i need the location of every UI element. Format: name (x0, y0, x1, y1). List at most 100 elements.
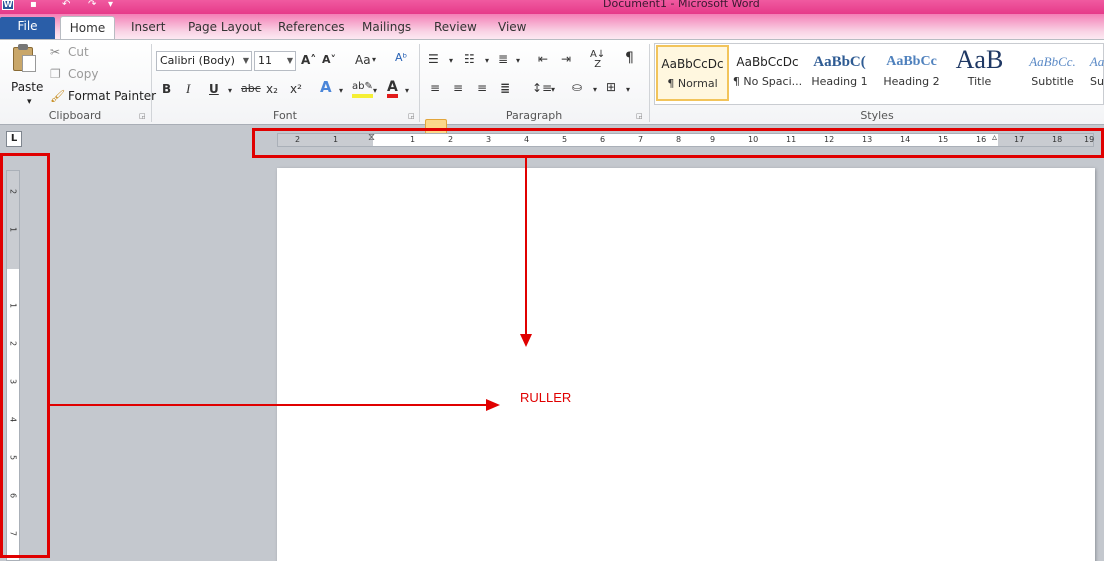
cut-button[interactable]: Cut (68, 44, 89, 60)
arrow-head-icon (520, 334, 532, 347)
subscript-icon[interactable]: x₂ (266, 82, 278, 96)
tab-mailings[interactable]: Mailings (362, 18, 411, 39)
style-name: Heading 1 (811, 75, 868, 88)
style-heading-2[interactable]: AaBbCc Heading 2 (875, 45, 948, 101)
font-launcher-icon[interactable]: ◲ (408, 112, 415, 120)
style-preview: AaBbC( (813, 54, 866, 70)
chevron-down-icon[interactable]: ▾ (339, 84, 343, 98)
decrease-indent-icon[interactable]: ⇤ (538, 52, 548, 66)
styles-gallery: AaBbCcDc ¶ Normal AaBbCcDc ¶ No Spaci...… (654, 43, 1104, 105)
tab-view[interactable]: View (498, 18, 526, 39)
vertical-ruler-highlight (0, 153, 50, 558)
tab-selector-icon[interactable]: L (6, 131, 22, 147)
increase-indent-icon[interactable]: ⇥ (561, 52, 571, 66)
chevron-down-icon[interactable]: ▾ (485, 54, 489, 68)
superscript-icon[interactable]: x² (290, 82, 302, 96)
tab-home[interactable]: Home (60, 16, 115, 40)
ribbon-tabs: File Home Insert Page Layout References … (0, 14, 1104, 40)
chevron-down-icon[interactable]: ▾ (449, 54, 453, 68)
window-title: Document1 - Microsoft Word (603, 0, 760, 10)
style-name: ¶ Normal (667, 77, 718, 90)
style-heading-1[interactable]: AaBbC( Heading 1 (803, 45, 876, 101)
text-effects-icon[interactable]: A (320, 80, 332, 95)
style-preview: AaBbCcDc (736, 55, 799, 69)
cut-icon[interactable]: ✂ (50, 45, 60, 59)
highlight-icon[interactable]: ab✎ (352, 80, 373, 98)
clear-formatting-icon[interactable]: Aᵇ (395, 51, 407, 65)
shading-icon[interactable]: ⛀ (572, 80, 582, 94)
customize-qat-icon[interactable]: ▾ (108, 0, 113, 10)
clipboard-group-label: Clipboard (48, 109, 102, 122)
style-no-spacing[interactable]: AaBbCcDc ¶ No Spaci... (731, 45, 804, 101)
strikethrough-icon[interactable]: abc (241, 82, 261, 96)
multilevel-list-icon[interactable]: ≣ (498, 52, 508, 66)
style-name: Su (1090, 75, 1104, 88)
annotation-arrow-down (525, 158, 527, 336)
font-name-value: Calibri (Body) (160, 54, 235, 67)
tab-references[interactable]: References (278, 18, 345, 39)
borders-icon[interactable]: ⊞ (606, 80, 616, 94)
bold-icon[interactable]: B (162, 82, 171, 96)
sort-icon[interactable]: A↓ Z (590, 50, 605, 70)
chevron-down-icon[interactable]: ▾ (551, 83, 555, 97)
italic-icon[interactable]: I (186, 82, 190, 96)
line-spacing-icon[interactable]: ↕≡ (532, 81, 552, 95)
style-subtitle[interactable]: AaBbCc. Subtitle (1016, 45, 1089, 101)
style-preview: AaB (955, 45, 1004, 74)
style-preview: AaBbCc. (1029, 54, 1076, 69)
style-name: Heading 2 (883, 75, 940, 88)
font-size-combo[interactable]: 11 ▼ (254, 51, 296, 71)
copy-icon[interactable]: ❐ (50, 67, 61, 81)
numbering-icon[interactable]: ☷ (464, 52, 475, 66)
style-preview: AaBbCc (886, 54, 937, 69)
clipboard-launcher-icon[interactable]: ◲ (139, 112, 146, 120)
save-icon[interactable]: ▪ (30, 0, 37, 10)
chevron-down-icon[interactable]: ▾ (373, 84, 377, 98)
arrow-head-icon (486, 399, 500, 411)
annotation-arrow-right (50, 404, 488, 406)
font-color-icon[interactable]: A (387, 80, 398, 98)
style-title[interactable]: AaB Title (943, 45, 1016, 101)
align-left-icon[interactable]: ≡ (430, 81, 440, 95)
paste-dropdown-icon[interactable]: ▾ (27, 94, 32, 110)
shrink-font-icon[interactable]: A˅ (322, 53, 336, 67)
ruler-annotation-label: RULLER (520, 390, 572, 405)
chevron-down-icon[interactable]: ▾ (516, 54, 520, 68)
show-marks-icon[interactable]: ¶ (625, 51, 634, 65)
copy-button[interactable]: Copy (68, 66, 98, 82)
underline-icon[interactable]: U (209, 82, 219, 96)
horizontal-ruler-highlight (252, 128, 1104, 158)
style-preview: AaBbCcDc (661, 57, 724, 71)
word-app-icon[interactable]: W (2, 0, 14, 10)
chevron-down-icon[interactable]: ▾ (228, 84, 232, 98)
bullets-icon[interactable]: ☰ (428, 52, 439, 66)
chevron-down-icon[interactable]: ▾ (405, 84, 409, 98)
font-name-combo[interactable]: Calibri (Body) ▼ (156, 51, 252, 71)
chevron-down-icon: ▼ (242, 56, 249, 65)
document-page[interactable] (277, 168, 1095, 561)
tab-file[interactable]: File (0, 17, 55, 39)
style-subtle-emphasis[interactable]: Aa Su (1089, 45, 1104, 101)
change-case-icon[interactable]: Aa (355, 53, 371, 67)
tab-insert[interactable]: Insert (131, 18, 165, 39)
chevron-down-icon[interactable]: ▾ (372, 53, 376, 67)
undo-icon[interactable]: ↶ (62, 0, 70, 10)
align-right-icon[interactable]: ≡ (477, 81, 487, 95)
redo-icon[interactable]: ↷ (88, 0, 96, 10)
grow-font-icon[interactable]: A˄ (301, 53, 316, 67)
chevron-down-icon[interactable]: ▾ (626, 83, 630, 97)
paragraph-launcher-icon[interactable]: ◲ (636, 112, 643, 120)
format-painter-button[interactable]: Format Painter (68, 88, 156, 104)
title-bar: W ▪ ↶ ↷ ▾ Document1 - Microsoft Word (0, 0, 1104, 14)
format-painter-icon[interactable]: 🖌 (50, 89, 65, 103)
paste-button[interactable]: Paste (11, 79, 43, 95)
justify-icon[interactable]: ≣ (500, 81, 510, 95)
tab-page-layout[interactable]: Page Layout (188, 18, 262, 39)
font-size-value: 11 (258, 54, 272, 67)
tab-review[interactable]: Review (434, 18, 477, 39)
paste-icon[interactable] (10, 44, 38, 74)
align-center-icon[interactable]: ≡ (453, 81, 463, 95)
chevron-down-icon[interactable]: ▾ (593, 83, 597, 97)
style-normal[interactable]: AaBbCcDc ¶ Normal (656, 45, 729, 101)
paragraph-group-label: Paragraph (505, 109, 563, 122)
